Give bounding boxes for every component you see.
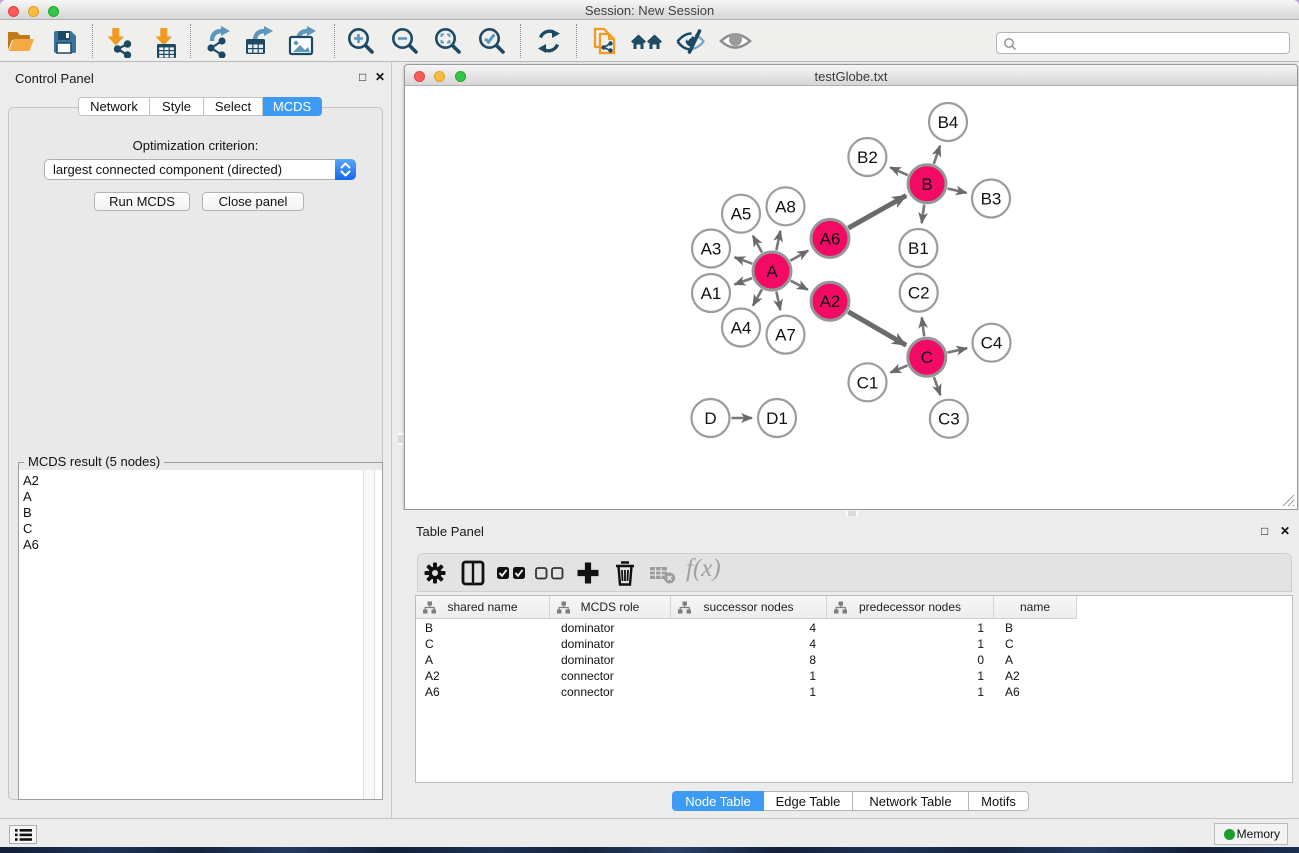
- svg-text:A6: A6: [820, 229, 841, 248]
- svg-text:B2: B2: [857, 148, 878, 167]
- svg-text:B1: B1: [908, 239, 929, 258]
- svg-text:D1: D1: [766, 409, 788, 428]
- svg-text:D: D: [704, 409, 716, 428]
- svg-text:C3: C3: [938, 410, 960, 429]
- svg-text:B: B: [921, 175, 932, 194]
- svg-text:C: C: [921, 348, 933, 367]
- svg-text:A: A: [766, 262, 778, 281]
- svg-text:C4: C4: [981, 334, 1003, 353]
- svg-text:A3: A3: [701, 240, 722, 259]
- svg-text:A2: A2: [820, 292, 841, 311]
- svg-text:B3: B3: [981, 190, 1002, 209]
- svg-text:A4: A4: [731, 319, 752, 338]
- svg-text:C1: C1: [857, 373, 879, 392]
- svg-text:A8: A8: [775, 197, 796, 216]
- svg-text:A7: A7: [775, 326, 796, 345]
- svg-text:A5: A5: [731, 205, 752, 224]
- svg-text:A1: A1: [701, 284, 722, 303]
- svg-text:B4: B4: [938, 113, 959, 132]
- svg-text:C2: C2: [908, 284, 930, 303]
